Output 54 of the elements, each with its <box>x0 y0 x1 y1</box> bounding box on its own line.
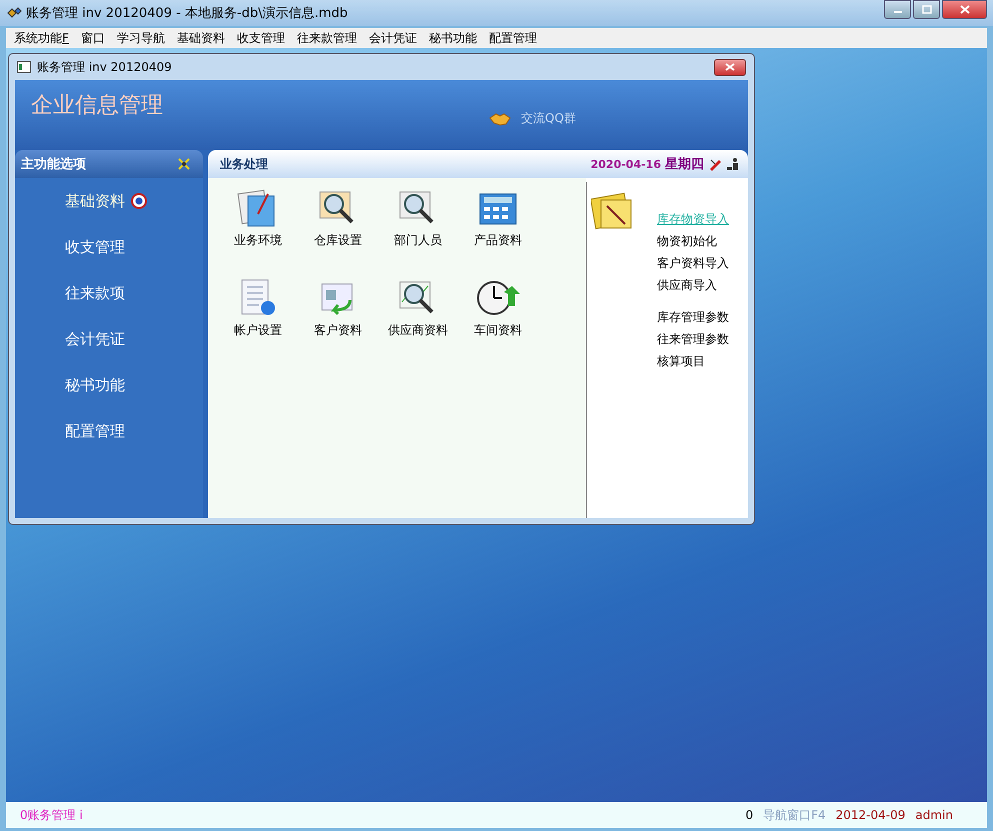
close-icon <box>725 63 735 71</box>
child-window-title: 账务管理 inv 20120409 <box>37 58 172 76</box>
function-link[interactable]: 往来管理参数 <box>657 328 729 350</box>
module-tile[interactable]: 仓库设置 <box>298 188 378 278</box>
status-user: admin <box>915 808 953 822</box>
module-tile[interactable]: 帐户设置 <box>218 278 298 368</box>
function-link[interactable]: 核算项目 <box>657 350 729 372</box>
person-icon <box>726 157 740 171</box>
menu-item[interactable]: 往来款管理 <box>290 30 363 46</box>
close-button[interactable] <box>942 0 987 19</box>
function-link[interactable]: 供应商导入 <box>657 274 729 296</box>
menu-item[interactable]: 配置管理 <box>482 30 543 46</box>
close-button[interactable] <box>714 58 746 76</box>
sidebar-item[interactable]: 收支管理 <box>15 224 203 270</box>
function-link[interactable]: 库存管理参数 <box>657 306 729 328</box>
module-tile[interactable]: 车间资料 <box>458 278 538 368</box>
minimize-button[interactable] <box>884 0 911 19</box>
window-title: 账务管理 inv 20120409 - 本地服务-db\演示信息.mdb <box>26 5 348 22</box>
status-date: 2012-04-09 <box>836 808 906 822</box>
menu-item[interactable]: 系统功能F <box>8 30 75 46</box>
sidebar-title: 主功能选项 <box>21 156 86 173</box>
indicator-icon <box>131 193 147 209</box>
menu-item[interactable]: 窗口 <box>74 30 111 46</box>
panel-title: 业务处理 <box>220 156 268 172</box>
close-icon <box>960 5 970 14</box>
sidebar-item[interactable]: 基础资料 <box>15 178 203 224</box>
window-icon <box>17 61 31 73</box>
date-label: 2020-04-16 <box>590 158 661 170</box>
pen-icon <box>708 157 722 171</box>
status-count: 0 <box>745 808 754 822</box>
function-link[interactable]: 物资初始化 <box>657 230 729 252</box>
sidebar-item[interactable]: 会计凭证 <box>15 316 203 362</box>
menu-item[interactable]: 收支管理 <box>230 30 291 46</box>
menu-item[interactable]: 秘书功能 <box>422 30 483 46</box>
menu-item[interactable]: 学习导航 <box>110 30 171 46</box>
module-tile[interactable]: 产品资料 <box>458 188 538 278</box>
sidebar-item[interactable]: 往来款项 <box>15 270 203 316</box>
function-link[interactable]: 客户资料导入 <box>657 252 729 274</box>
navigation-window-status: 导航窗口F4 <box>763 806 826 824</box>
sidebar-item[interactable]: 秘书功能 <box>15 362 203 408</box>
weekday-label: 星期四 <box>665 156 704 173</box>
maximize-button[interactable] <box>913 0 940 19</box>
banner-title: 企业信息管理 <box>31 92 163 120</box>
module-tile[interactable]: 供应商资料 <box>378 278 458 368</box>
menu-item[interactable]: 基础资料 <box>170 30 231 46</box>
status-text: 0账务管理 i <box>20 806 83 824</box>
module-tile[interactable]: 客户资料 <box>298 278 378 368</box>
menu-item[interactable]: 会计凭证 <box>362 30 423 46</box>
tools-icon <box>177 157 191 171</box>
module-tile[interactable]: 业务环境 <box>218 188 298 278</box>
module-tile[interactable]: 部门人员 <box>378 188 458 278</box>
maximize-icon <box>922 5 932 14</box>
sidebar-item[interactable]: 配置管理 <box>15 408 203 454</box>
clock-icon <box>476 278 520 318</box>
